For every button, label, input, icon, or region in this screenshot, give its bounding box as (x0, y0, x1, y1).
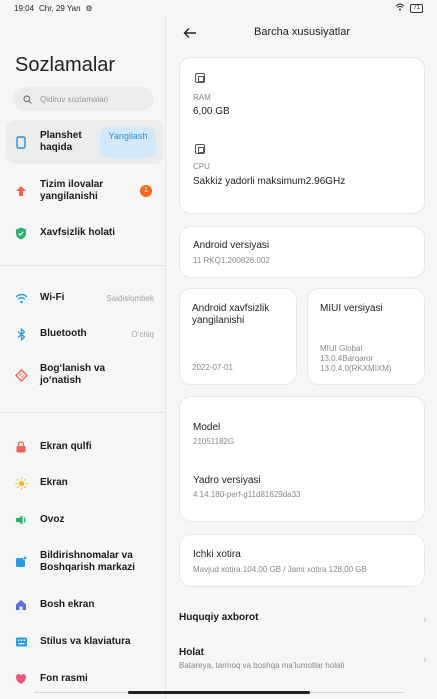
sidebar-item-label: Fon rasmi (40, 673, 88, 684)
update-count-badge: 1 (140, 185, 152, 197)
android-version-value: 11 RKQ1.200826.002 (193, 256, 270, 265)
sidebar-item-label: Wi-Fi (40, 292, 65, 303)
security-update-title: Android xavfsizlik yangilanishi (192, 303, 270, 326)
wifi-network-value: Saidislombek (106, 293, 154, 303)
status-date: Chr, 29 Yan (39, 4, 81, 13)
settings-sidebar: Sozlamalar Qidiruv sozlamalari Planshet … (0, 16, 166, 699)
miui-version-value: MIUI Global 13.0.4Barqaror 13.0.4.0(RKXM… (320, 344, 392, 373)
ram-value: 6,00 GB (193, 106, 230, 117)
sidebar-item-home-screen[interactable]: Bosh ekran (6, 597, 164, 613)
sidebar-item-label: Bluetooth (40, 328, 87, 339)
cpu-value: Sakkiz yadorli maksimum2.96GHz (193, 176, 346, 187)
shield-icon (14, 226, 28, 240)
sun-icon (14, 476, 28, 490)
bluetooth-icon (14, 327, 28, 341)
battery-icon: 71 (410, 3, 423, 13)
sidebar-item-screen-lock[interactable]: Ekran qulfi (6, 439, 164, 455)
legal-info-row[interactable]: Huquqiy axborot › (179, 612, 427, 628)
ram-label: RAM (193, 93, 211, 102)
search-input[interactable]: Qidiruv sozlamalari (13, 87, 154, 111)
bluetooth-status-value: O‘chiq (131, 329, 154, 339)
update-pill-button[interactable]: Yangilash (100, 126, 156, 158)
chevron-right-icon: › (423, 652, 427, 666)
sidebar-item-connection-sharing[interactable]: Bog‘lanish va jo‘natish (6, 362, 164, 388)
sidebar-item-planshet-haqida[interactable]: Planshet haqida Yangilash (6, 120, 164, 164)
all-specs-pane: Barcha xususiyatlar RAM 6,00 GB CPU Sakk… (167, 16, 437, 699)
storage-title: Ichki xotira (193, 549, 241, 560)
sidebar-item-label: Bosh ekran (40, 599, 95, 610)
sidebar-item-label: Tizim ilovalar yangilanishi (40, 179, 104, 202)
page-title: Sozlamalar (15, 54, 116, 76)
sidebar-item-label: Ekran qulfi (40, 441, 92, 452)
home-icon (14, 598, 28, 612)
gesture-nav-handle[interactable] (128, 691, 310, 694)
sidebar-item-system-apps-update[interactable]: Tizim ilovalar yangilanishi 1 (6, 178, 164, 204)
model-kernel-card: Model 21051182G Yadro versiyasi 4.14.180… (179, 396, 425, 522)
wifi-icon (14, 291, 28, 305)
status-subtitle: Batareya, tarmoq va boshqa ma’lumotlar h… (179, 661, 345, 670)
sidebar-item-label: Bildirishnomalar va Boshqarish markazi (40, 550, 136, 573)
kernel-title: Yadro versiyasi (193, 475, 261, 486)
sidebar-item-sound[interactable]: Ovoz (6, 512, 164, 528)
tablet-icon (14, 135, 28, 149)
android-version-card[interactable]: Android versiyasi 11 RKQ1.200826.002 (179, 226, 425, 278)
sidebar-item-notifications[interactable]: Bildirishnomalar va Boshqarish markazi (6, 549, 164, 575)
page-header-title: Barcha xususiyatlar (254, 26, 350, 38)
lock-icon (14, 440, 28, 454)
storage-value: Mavjud xotira 104,00 GB / Jami xotira 12… (193, 565, 367, 574)
arrow-up-icon (14, 184, 28, 198)
connection-icon (14, 368, 28, 382)
search-icon (23, 94, 32, 104)
legal-info-title: Huquqiy axborot (179, 612, 259, 623)
sidebar-item-display[interactable]: Ekran (6, 475, 164, 491)
sidebar-item-stylus-keyboard[interactable]: Stilus va klaviatura (6, 634, 164, 650)
model-title: Model (193, 422, 221, 433)
wallpaper-icon (14, 672, 28, 686)
sidebar-item-label: Xavfsizlik holati (40, 227, 116, 238)
chip-icon (195, 144, 205, 154)
sidebar-item-wifi[interactable]: Wi-Fi Saidislombek (6, 290, 164, 306)
status-time: 19:04 (14, 4, 35, 13)
cpu-label: CPU (193, 162, 210, 171)
sidebar-item-label: Ovoz (40, 514, 65, 525)
sidebar-item-security-status[interactable]: Xavfsizlik holati (6, 224, 164, 242)
section-divider (0, 265, 166, 266)
sidebar-item-label: Ekran (40, 477, 68, 488)
sidebar-item-wallpaper[interactable]: Fon rasmi (6, 671, 164, 687)
android-version-title: Android versiyasi (193, 240, 270, 251)
sidebar-item-bluetooth[interactable]: Bluetooth O‘chiq (6, 326, 164, 342)
status-row[interactable]: Holat Batareya, tarmoq va boshqa ma’lumo… (179, 647, 427, 673)
model-value: 21051182G (193, 437, 235, 446)
miui-version-card[interactable]: MIUI versiyasi MIUI Global 13.0.4Barqaro… (307, 288, 425, 385)
gear-icon: ⚙ (85, 4, 93, 13)
miui-version-title: MIUI versiyasi (320, 303, 383, 314)
sidebar-item-label: Bog‘lanish va jo‘natish (40, 363, 106, 386)
keyboard-icon (14, 635, 28, 649)
chevron-right-icon: › (423, 612, 427, 626)
storage-card[interactable]: Ichki xotira Mavjud xotira 104,00 GB / J… (179, 534, 425, 587)
notification-icon (14, 555, 28, 569)
chip-icon (195, 73, 205, 83)
ram-cpu-card: RAM 6,00 GB CPU Sakkiz yadorli maksimum2… (179, 57, 425, 214)
status-title: Holat (179, 647, 204, 658)
kernel-value: 4.14.180-perf-g11d81629da33 (193, 490, 301, 499)
speaker-icon (14, 513, 28, 527)
status-bar: 19:04 Chr, 29 Yan ⚙ 71 (0, 0, 437, 16)
security-update-value: 2022-07-01 (192, 363, 233, 372)
sidebar-item-label: Stilus va klaviatura (40, 636, 131, 647)
section-divider (0, 412, 166, 413)
security-update-card[interactable]: Android xavfsizlik yangilanishi 2022-07-… (179, 288, 297, 385)
wifi-icon (395, 3, 405, 13)
search-placeholder: Qidiruv sozlamalari (40, 94, 109, 104)
